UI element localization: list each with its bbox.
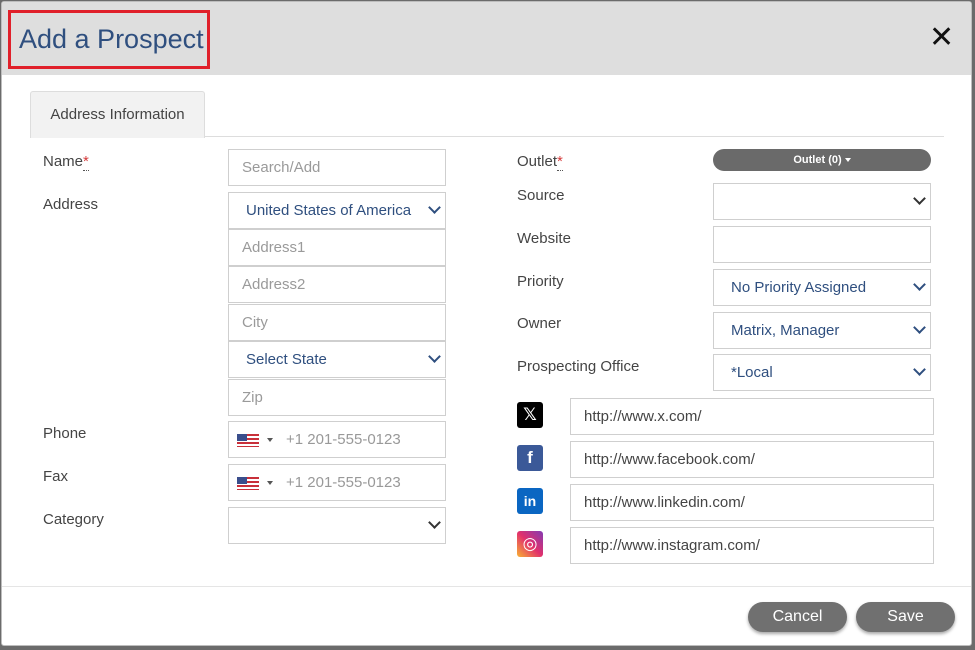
outlet-label-text: Outlet [517, 153, 558, 170]
caret-down-icon [267, 438, 273, 442]
owner-select-value: Matrix, Manager [731, 322, 840, 339]
priority-label: Priority [517, 273, 564, 290]
address-label: Address [43, 196, 99, 213]
modal-header: Add a Prospect ✕ [2, 2, 971, 75]
close-icon[interactable]: ✕ [929, 23, 954, 53]
owner-label: Owner [517, 315, 562, 332]
country-select-value: United States of America [246, 202, 412, 219]
chevron-down-icon [913, 192, 926, 205]
cancel-button[interactable]: Cancel [748, 602, 847, 632]
fax-placeholder: +1 201-555-0123 [286, 474, 401, 491]
zip-input[interactable]: Zip [228, 379, 446, 416]
linkedin-icon: in [517, 488, 543, 514]
address1-input[interactable]: Address1 [228, 229, 446, 266]
name-label: Name* [43, 153, 89, 171]
tab-address-information[interactable]: Address Information [30, 91, 205, 138]
chevron-down-icon [913, 278, 926, 291]
prospecting-office-select[interactable]: *Local [713, 354, 931, 391]
instagram-url-input[interactable]: http://www.instagram.com/ [570, 527, 934, 564]
modal-title: Add a Prospect [19, 24, 204, 54]
prospecting-office-label: Prospecting Office [517, 358, 640, 375]
chevron-down-icon [913, 321, 926, 334]
website-input[interactable] [713, 226, 931, 263]
priority-select-value: No Priority Assigned [731, 279, 867, 296]
linkedin-url-input[interactable]: http://www.linkedin.com/ [570, 484, 934, 521]
phone-placeholder: +1 201-555-0123 [286, 431, 401, 448]
priority-select[interactable]: No Priority Assigned [713, 269, 931, 306]
outlet-button-label: Outlet (0) [793, 154, 842, 166]
address2-input[interactable]: Address2 [228, 266, 446, 303]
website-label: Website [517, 230, 571, 247]
chevron-down-icon [913, 363, 926, 376]
chevron-down-icon [428, 516, 441, 529]
required-marker: * [83, 153, 89, 171]
category-select[interactable] [228, 507, 446, 544]
fax-input[interactable]: +1 201-555-0123 [228, 464, 446, 501]
facebook-icon: f [517, 445, 543, 471]
caret-down-icon [844, 158, 851, 163]
add-prospect-modal: Add a Prospect ✕ Address Information Nam… [1, 1, 972, 646]
us-flag-icon[interactable] [237, 434, 259, 447]
source-select[interactable] [713, 183, 931, 220]
source-label: Source [517, 187, 565, 204]
required-marker: * [557, 153, 563, 171]
city-input[interactable]: City [228, 304, 446, 341]
instagram-icon: ◎ [517, 531, 543, 557]
name-input[interactable]: Search/Add [228, 149, 446, 186]
x-icon: 𝕏 [517, 402, 543, 428]
fax-label: Fax [43, 468, 69, 485]
caret-down-icon [267, 481, 273, 485]
owner-select[interactable]: Matrix, Manager [713, 312, 931, 349]
facebook-url-input[interactable]: http://www.facebook.com/ [570, 441, 934, 478]
state-select[interactable]: Select State [228, 341, 446, 378]
office-select-value: *Local [731, 364, 773, 381]
x-url-input[interactable]: http://www.x.com/ [570, 398, 934, 435]
us-flag-icon[interactable] [237, 477, 259, 490]
outlet-label: Outlet* [517, 153, 563, 171]
state-select-value: Select State [246, 351, 327, 368]
chevron-down-icon [428, 350, 441, 363]
save-button[interactable]: Save [856, 602, 955, 632]
footer-divider [2, 586, 971, 587]
chevron-down-icon [428, 201, 441, 214]
tab-bar: Address Information [30, 91, 944, 138]
category-label: Category [43, 511, 104, 528]
country-select[interactable]: United States of America [228, 192, 446, 229]
name-label-text: Name [43, 153, 84, 170]
phone-label: Phone [43, 425, 87, 442]
outlet-dropdown-button[interactable]: Outlet (0) [713, 149, 931, 171]
phone-input[interactable]: +1 201-555-0123 [228, 421, 446, 458]
